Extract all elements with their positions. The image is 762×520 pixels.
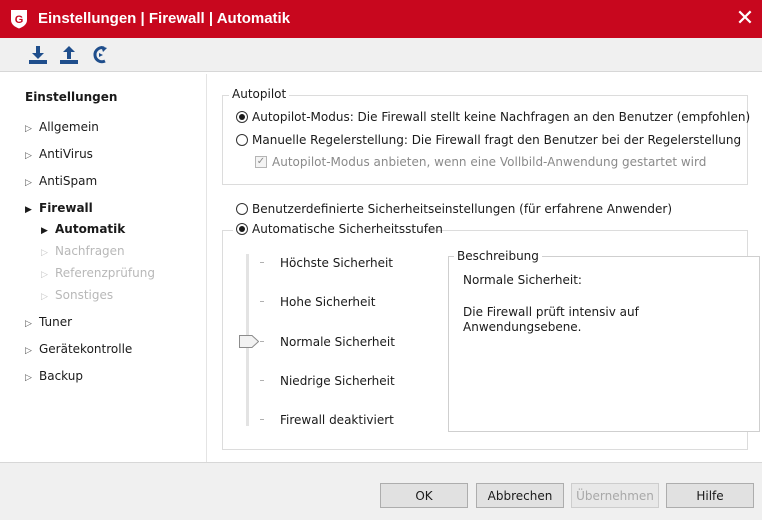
upload-tray-icon[interactable] bbox=[58, 44, 80, 66]
sidebar-item-label: Nachfragen bbox=[55, 244, 125, 258]
sidebar-item-firewall[interactable]: ▶ Firewall bbox=[25, 201, 93, 215]
collapse-triangle-icon: ▶ bbox=[25, 205, 32, 215]
description-box: Normale Sicherheit: Die Firewall prüft i… bbox=[448, 256, 760, 432]
toolbar bbox=[0, 38, 762, 72]
expand-triangle-icon: ▷ bbox=[25, 373, 32, 383]
slider-tick bbox=[260, 341, 264, 342]
sidebar-subitem-automatik[interactable]: ▶ Automatik bbox=[41, 222, 125, 236]
selected-triangle-icon: ▶ bbox=[41, 226, 48, 236]
slider-thumb-icon[interactable] bbox=[239, 335, 259, 348]
svg-text:G: G bbox=[15, 14, 24, 26]
slider-tick bbox=[260, 262, 264, 263]
radio-unselected-icon bbox=[236, 134, 248, 146]
sidebar-item-label: Allgemein bbox=[39, 120, 99, 134]
gdata-logo-icon: G bbox=[11, 10, 27, 29]
sidebar-item-tuner[interactable]: ▷ Tuner bbox=[25, 315, 72, 329]
radio-label: Autopilot-Modus: Die Firewall stellt kei… bbox=[252, 110, 751, 124]
description-text: Die Firewall prüft intensiv auf Anwendun… bbox=[463, 305, 639, 334]
apply-button: Übernehmen bbox=[571, 483, 659, 508]
radio-label: Automatische Sicherheitsstufen bbox=[252, 222, 443, 236]
level-label-normal: Normale Sicherheit bbox=[280, 335, 395, 349]
sidebar-item-antispam[interactable]: ▷ AntiSpam bbox=[25, 174, 97, 188]
sidebar-item-label: Referenzprüfung bbox=[55, 266, 155, 280]
sidebar-item-label: AntiSpam bbox=[39, 174, 98, 188]
level-label-disabled: Firewall deaktiviert bbox=[280, 413, 394, 427]
expand-triangle-icon: ▷ bbox=[41, 292, 48, 302]
help-button[interactable]: Hilfe bbox=[666, 483, 754, 508]
sidebar-item-label: Gerätekontrolle bbox=[39, 342, 133, 356]
expand-triangle-icon: ▷ bbox=[25, 346, 32, 356]
slider-tick bbox=[260, 380, 264, 381]
radio-selected-icon bbox=[236, 111, 248, 123]
radio-label: Benutzerdefinierte Sicherheitseinstellun… bbox=[252, 202, 672, 216]
radio-label: Manuelle Regelerstellung: Die Firewall f… bbox=[252, 133, 742, 147]
ok-button[interactable]: OK bbox=[380, 483, 468, 508]
sidebar-item-label: Firewall bbox=[39, 201, 93, 215]
close-icon[interactable]: ✕ bbox=[732, 4, 758, 34]
dialog-footer: OK Abbrechen Übernehmen Hilfe bbox=[0, 462, 762, 520]
radio-unselected-icon bbox=[236, 203, 248, 215]
expand-triangle-icon: ▷ bbox=[25, 178, 32, 188]
expand-triangle-icon: ▷ bbox=[41, 270, 48, 280]
download-tray-icon[interactable] bbox=[27, 44, 49, 66]
sidebar-item-label: Tuner bbox=[39, 315, 73, 329]
slider-tick bbox=[260, 419, 264, 420]
description-legend: Beschreibung bbox=[454, 249, 542, 263]
radio-selected-icon bbox=[236, 223, 248, 235]
description-title: Normale Sicherheit: bbox=[463, 273, 582, 287]
sidebar-item-label: Sonstiges bbox=[55, 288, 114, 302]
sidebar-item-label: AntiVirus bbox=[39, 147, 93, 161]
sidebar-item-antivirus[interactable]: ▷ AntiVirus bbox=[25, 147, 93, 161]
expand-triangle-icon: ▷ bbox=[25, 319, 32, 329]
sidebar-subitem-referenzpruefung: ▷ Referenzprüfung bbox=[41, 266, 155, 280]
sidebar-heading: Einstellungen bbox=[25, 90, 118, 104]
checkmark-icon: ✓ bbox=[255, 156, 267, 168]
sidebar-item-backup[interactable]: ▷ Backup bbox=[25, 369, 83, 383]
sidebar-subitem-nachfragen: ▷ Nachfragen bbox=[41, 244, 125, 258]
sidebar-subitem-sonstiges: ▷ Sonstiges bbox=[41, 288, 113, 302]
cancel-button[interactable]: Abbrechen bbox=[476, 483, 564, 508]
level-label-high: Hohe Sicherheit bbox=[280, 295, 376, 309]
reset-arrow-icon[interactable] bbox=[90, 44, 112, 66]
automatic-security-radio[interactable]: Automatische Sicherheitsstufen bbox=[233, 222, 443, 238]
slider-tick bbox=[260, 301, 264, 302]
sidebar-item-label: Automatik bbox=[55, 222, 126, 236]
checkbox-label: Autopilot-Modus anbieten, wenn eine Voll… bbox=[272, 155, 707, 169]
window-title: Einstellungen | Firewall | Automatik bbox=[38, 10, 291, 27]
settings-sidebar: Einstellungen ▷ Allgemein ▷ AntiVirus ▷ Ant… bbox=[8, 74, 206, 462]
sidebar-item-geraetekontrolle[interactable]: ▷ Gerätekontrolle bbox=[25, 342, 132, 356]
expand-triangle-icon: ▷ bbox=[25, 151, 32, 161]
expand-triangle-icon: ▷ bbox=[41, 248, 48, 258]
autopilot-legend: Autopilot bbox=[229, 87, 290, 101]
expand-triangle-icon: ▷ bbox=[25, 124, 32, 134]
level-label-highest: Höchste Sicherheit bbox=[280, 256, 394, 270]
sidebar-item-label: Backup bbox=[39, 369, 83, 383]
title-bar: G Einstellungen | Firewall | Automatik ✕ bbox=[0, 0, 762, 38]
level-label-low: Niedrige Sicherheit bbox=[280, 374, 395, 388]
sidebar-item-allgemein[interactable]: ▷ Allgemein bbox=[25, 120, 99, 134]
